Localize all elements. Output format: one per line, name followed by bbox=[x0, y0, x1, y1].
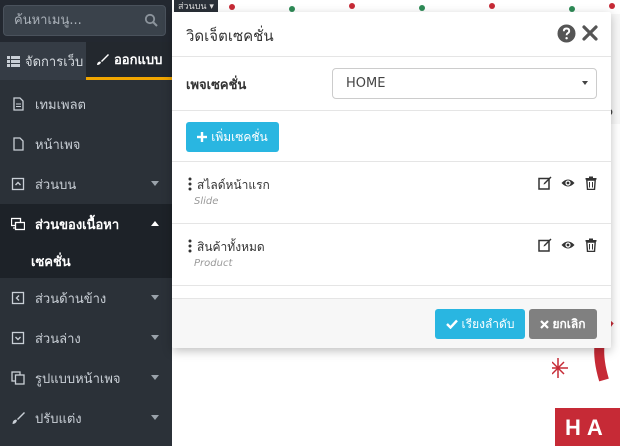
sidebar-item-label: ส่วนของเนื้อหา bbox=[35, 217, 120, 233]
edit-icon[interactable] bbox=[538, 176, 552, 190]
sidebar-item-label: ส่วนล่าง bbox=[35, 331, 81, 347]
chevron-down-icon bbox=[151, 295, 159, 300]
drag-handle-icon[interactable] bbox=[188, 239, 192, 253]
check-icon bbox=[445, 319, 458, 329]
modal-title: วิดเจ็ตเซคชั่น bbox=[186, 27, 274, 45]
drag-handle-icon[interactable] bbox=[188, 177, 192, 191]
page-section-label: เพจเซคชั่น bbox=[186, 78, 247, 93]
holiday-banner-text: HA bbox=[555, 408, 620, 446]
footer-icon bbox=[11, 331, 25, 345]
close-icon[interactable] bbox=[582, 25, 598, 41]
eye-icon[interactable] bbox=[561, 238, 575, 252]
tab-design[interactable]: ออกแบบ bbox=[86, 42, 172, 80]
add-section-label: เพิ่มเซคชั่น bbox=[211, 129, 268, 144]
modal-footer: เรียงลำดับ ยกเลิก bbox=[172, 298, 611, 348]
cancel-button-label: ยกเลิก bbox=[552, 316, 586, 331]
sidebar-item-pages[interactable]: หน้าเพจ bbox=[0, 124, 172, 164]
chevron-down-icon bbox=[151, 415, 159, 420]
section-list-item[interactable]: สไลด์หน้าแรก Slide bbox=[172, 162, 611, 224]
aside-icon bbox=[11, 291, 25, 305]
edit-icon[interactable] bbox=[538, 238, 552, 252]
trash-icon[interactable] bbox=[584, 176, 598, 190]
section-name: สินค้าทั้งหมด bbox=[197, 240, 265, 254]
sidebar: จัดการเว็บ ออกแบบ เทมเพลต หน้าเพจ bbox=[0, 0, 172, 446]
sidebar-item-footer[interactable]: ส่วนล่าง bbox=[0, 318, 172, 358]
tab-design-label: ออกแบบ bbox=[114, 53, 163, 68]
chevron-up-icon bbox=[151, 221, 159, 226]
sidebar-search-bar bbox=[0, 0, 172, 42]
section-widget-modal: วิดเจ็ตเซคชั่น เพจเซคชั่น HOME เพิ่มเซคช… bbox=[172, 12, 611, 348]
menu-search-input[interactable] bbox=[3, 5, 166, 36]
sidebar-item-label: เทมเพลต bbox=[35, 97, 87, 113]
sidebar-item-label: รูปแบบหน้าเพจ bbox=[35, 371, 121, 387]
sidebar-subitem-section[interactable]: เซคชั่น bbox=[0, 244, 172, 278]
eye-icon[interactable] bbox=[561, 176, 575, 190]
sidebar-item-aside[interactable]: ส่วนด้านข้าง bbox=[0, 278, 172, 318]
trash-icon[interactable] bbox=[584, 238, 598, 252]
page-select-value: HOME bbox=[346, 76, 386, 91]
section-type: Product bbox=[194, 258, 233, 269]
sidebar-item-customize[interactable]: ปรับแต่ง bbox=[0, 398, 172, 438]
page-section-select[interactable]: HOME bbox=[332, 68, 597, 99]
add-section-button[interactable]: เพิ่มเซคชั่น bbox=[186, 122, 279, 152]
section-name: สไลด์หน้าแรก bbox=[197, 178, 270, 192]
cancel-button[interactable]: ยกเลิก bbox=[529, 309, 597, 339]
content-icon bbox=[11, 217, 25, 231]
divider bbox=[172, 110, 611, 111]
template-icon bbox=[13, 97, 24, 111]
sidebar-item-header[interactable]: ส่วนบน bbox=[0, 164, 172, 204]
plus-icon bbox=[197, 132, 208, 142]
tab-manage-label: จัดการเว็บ bbox=[25, 54, 84, 70]
sort-button-label: เรียงลำดับ bbox=[461, 316, 515, 331]
sidebar-subitem-label: เซคชั่น bbox=[31, 254, 71, 270]
help-icon[interactable] bbox=[557, 24, 576, 43]
sidebar-item-label: ปรับแต่ง bbox=[35, 411, 82, 427]
sidebar-item-label: หน้าเพจ bbox=[35, 137, 81, 153]
layout-icon bbox=[11, 371, 25, 385]
sidebar-item-template[interactable]: เทมเพลต bbox=[0, 84, 172, 124]
modal-header: วิดเจ็ตเซคชั่น bbox=[172, 12, 611, 57]
sidebar-item-label: ส่วนด้านข้าง bbox=[35, 291, 107, 307]
section-type: Slide bbox=[194, 196, 219, 207]
sidebar-tabs: จัดการเว็บ ออกแบบ bbox=[0, 42, 172, 80]
customize-icon bbox=[12, 412, 25, 424]
dropdown-arrow-icon bbox=[582, 81, 588, 85]
brush-icon bbox=[97, 54, 109, 65]
search-icon[interactable] bbox=[144, 13, 158, 27]
section-list-item[interactable]: สินค้าทั้งหมด Product bbox=[172, 224, 611, 286]
sort-button[interactable]: เรียงลำดับ bbox=[435, 309, 525, 339]
sidebar-menu: เทมเพลต หน้าเพจ ส่วนบน ส่วนของเนื้อหา เซ… bbox=[0, 84, 172, 438]
tab-manage-website[interactable]: จัดการเว็บ bbox=[0, 42, 86, 80]
sidebar-item-content[interactable]: ส่วนของเนื้อหา bbox=[0, 204, 172, 244]
list-icon bbox=[7, 55, 20, 67]
sidebar-item-page-layout[interactable]: รูปแบบหน้าเพจ bbox=[0, 358, 172, 398]
chevron-down-icon bbox=[151, 335, 159, 340]
close-icon bbox=[540, 319, 550, 329]
page-icon bbox=[13, 137, 24, 151]
chevron-down-icon bbox=[151, 181, 159, 186]
chevron-down-icon bbox=[151, 375, 159, 380]
header-icon bbox=[11, 177, 25, 191]
sidebar-item-label: ส่วนบน bbox=[35, 177, 77, 193]
